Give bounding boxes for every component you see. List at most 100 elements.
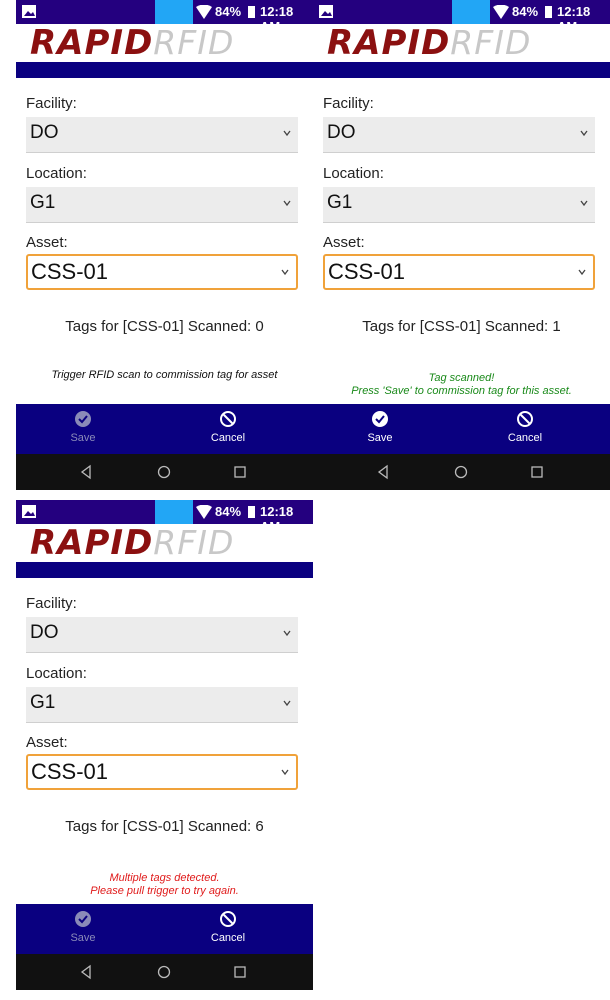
status-message-line: Tag scanned! xyxy=(428,372,495,384)
status-message-line: Please pull trigger to try again. xyxy=(90,885,239,897)
asset-value: CSS-01 xyxy=(328,259,406,284)
tags-scanned-text: Tags for [CSS-01] Scanned: 6 xyxy=(65,818,264,835)
facility-select[interactable]: DO xyxy=(26,117,298,153)
asset-value: CSS-01 xyxy=(31,759,109,784)
location-select[interactable]: G1 xyxy=(26,687,298,723)
chevron-down-icon xyxy=(580,200,588,207)
cancel-label: Cancel xyxy=(507,432,543,444)
cancel-label: Cancel xyxy=(210,432,246,444)
location-value: G1 xyxy=(30,692,56,713)
facility-label: Facility: xyxy=(323,95,374,112)
asset-select[interactable]: CSS-01 xyxy=(26,254,298,290)
wifi-icon xyxy=(493,4,509,19)
rapidrfid-logo: RAPIDRFID xyxy=(30,523,235,563)
header-bar xyxy=(16,62,313,78)
nav-bar xyxy=(16,454,313,490)
cancel-button[interactable]: Cancel xyxy=(485,404,565,454)
cancel-icon xyxy=(220,911,236,927)
battery-icon xyxy=(545,6,552,18)
phone-screen-1: 84% 12:18 AM RAPIDRFID Facility: DO Loca… xyxy=(16,0,313,505)
checkmark-icon xyxy=(372,411,388,427)
recents-icon[interactable] xyxy=(232,964,248,980)
save-button[interactable]: Save xyxy=(340,404,420,454)
status-message-line: Trigger RFID scan to commission tag for … xyxy=(51,369,278,381)
rapidrfid-logo: RAPIDRFID xyxy=(30,23,235,63)
rapidrfid-logo: RAPIDRFID xyxy=(327,23,532,63)
image-icon xyxy=(319,5,333,18)
save-button[interactable]: Save xyxy=(43,904,123,954)
battery-percent: 84% xyxy=(215,4,242,19)
image-icon xyxy=(22,5,36,18)
facility-value: DO xyxy=(30,622,59,643)
image-icon xyxy=(22,505,36,518)
location-select[interactable]: G1 xyxy=(323,187,595,223)
status-bar: 84% 12:18 AM xyxy=(313,0,610,34)
cancel-button[interactable]: Cancel xyxy=(188,904,268,954)
facility-label: Facility: xyxy=(26,595,77,612)
location-label: Location: xyxy=(26,165,87,182)
header-bar xyxy=(16,562,313,578)
checkmark-icon xyxy=(75,911,91,927)
tags-scanned-text: Tags for [CSS-01] Scanned: 1 xyxy=(362,318,561,335)
asset-label: Asset: xyxy=(26,234,68,251)
facility-select[interactable]: DO xyxy=(26,617,298,653)
cancel-icon xyxy=(517,411,533,427)
save-button[interactable]: Save xyxy=(43,404,123,454)
asset-select[interactable]: CSS-01 xyxy=(26,754,298,790)
save-label: Save xyxy=(70,932,96,944)
save-label: Save xyxy=(70,432,96,444)
asset-label: Asset: xyxy=(323,234,365,251)
save-label: Save xyxy=(367,432,393,444)
status-message: Trigger RFID scan to commission tag for … xyxy=(16,369,313,382)
recents-icon[interactable] xyxy=(529,464,545,480)
action-bar: Save Cancel xyxy=(16,404,313,454)
back-icon[interactable] xyxy=(78,464,94,480)
tags-scanned-text: Tags for [CSS-01] Scanned: 0 xyxy=(65,318,264,335)
nav-bar xyxy=(313,454,610,490)
cancel-label: Cancel xyxy=(210,932,246,944)
home-icon[interactable] xyxy=(156,464,172,480)
chevron-down-icon xyxy=(283,130,291,137)
battery-percent: 84% xyxy=(512,4,539,19)
recents-icon[interactable] xyxy=(232,464,248,480)
status-bar: 84% 12:18 AM xyxy=(16,0,313,34)
location-label: Location: xyxy=(26,665,87,682)
status-message-line: Press 'Save' to commission tag for this … xyxy=(351,385,572,397)
facility-label: Facility: xyxy=(26,95,77,112)
action-bar: Save Cancel xyxy=(16,904,313,954)
chevron-down-icon xyxy=(283,630,291,637)
home-icon[interactable] xyxy=(156,964,172,980)
action-bar: Save Cancel xyxy=(313,404,610,454)
back-icon[interactable] xyxy=(78,964,94,980)
chevron-down-icon xyxy=(281,769,289,776)
status-bar: 84% 12:18 AM xyxy=(16,500,313,534)
status-message-line: Multiple tags detected. xyxy=(109,872,220,884)
asset-value: CSS-01 xyxy=(31,259,109,284)
facility-value: DO xyxy=(327,122,356,143)
wifi-icon xyxy=(196,504,212,519)
notification-area xyxy=(155,0,193,24)
chevron-down-icon xyxy=(283,700,291,707)
facility-value: DO xyxy=(30,122,59,143)
notification-area xyxy=(452,0,490,24)
status-message: Multiple tags detected. Please pull trig… xyxy=(16,872,313,898)
notification-area xyxy=(155,500,193,524)
wifi-icon xyxy=(196,4,212,19)
location-select[interactable]: G1 xyxy=(26,187,298,223)
back-icon[interactable] xyxy=(375,464,391,480)
header-bar xyxy=(313,62,610,78)
facility-select[interactable]: DO xyxy=(323,117,595,153)
chevron-down-icon xyxy=(283,200,291,207)
chevron-down-icon xyxy=(281,269,289,276)
cancel-button[interactable]: Cancel xyxy=(188,404,268,454)
location-value: G1 xyxy=(327,192,353,213)
battery-icon xyxy=(248,6,255,18)
chevron-down-icon xyxy=(578,269,586,276)
phone-screen-2: 84% 12:18 AM RAPIDRFID Facility: DO Loca… xyxy=(313,0,610,505)
asset-select[interactable]: CSS-01 xyxy=(323,254,595,290)
checkmark-icon xyxy=(75,411,91,427)
home-icon[interactable] xyxy=(453,464,469,480)
nav-bar xyxy=(16,954,313,990)
chevron-down-icon xyxy=(580,130,588,137)
asset-label: Asset: xyxy=(26,734,68,751)
